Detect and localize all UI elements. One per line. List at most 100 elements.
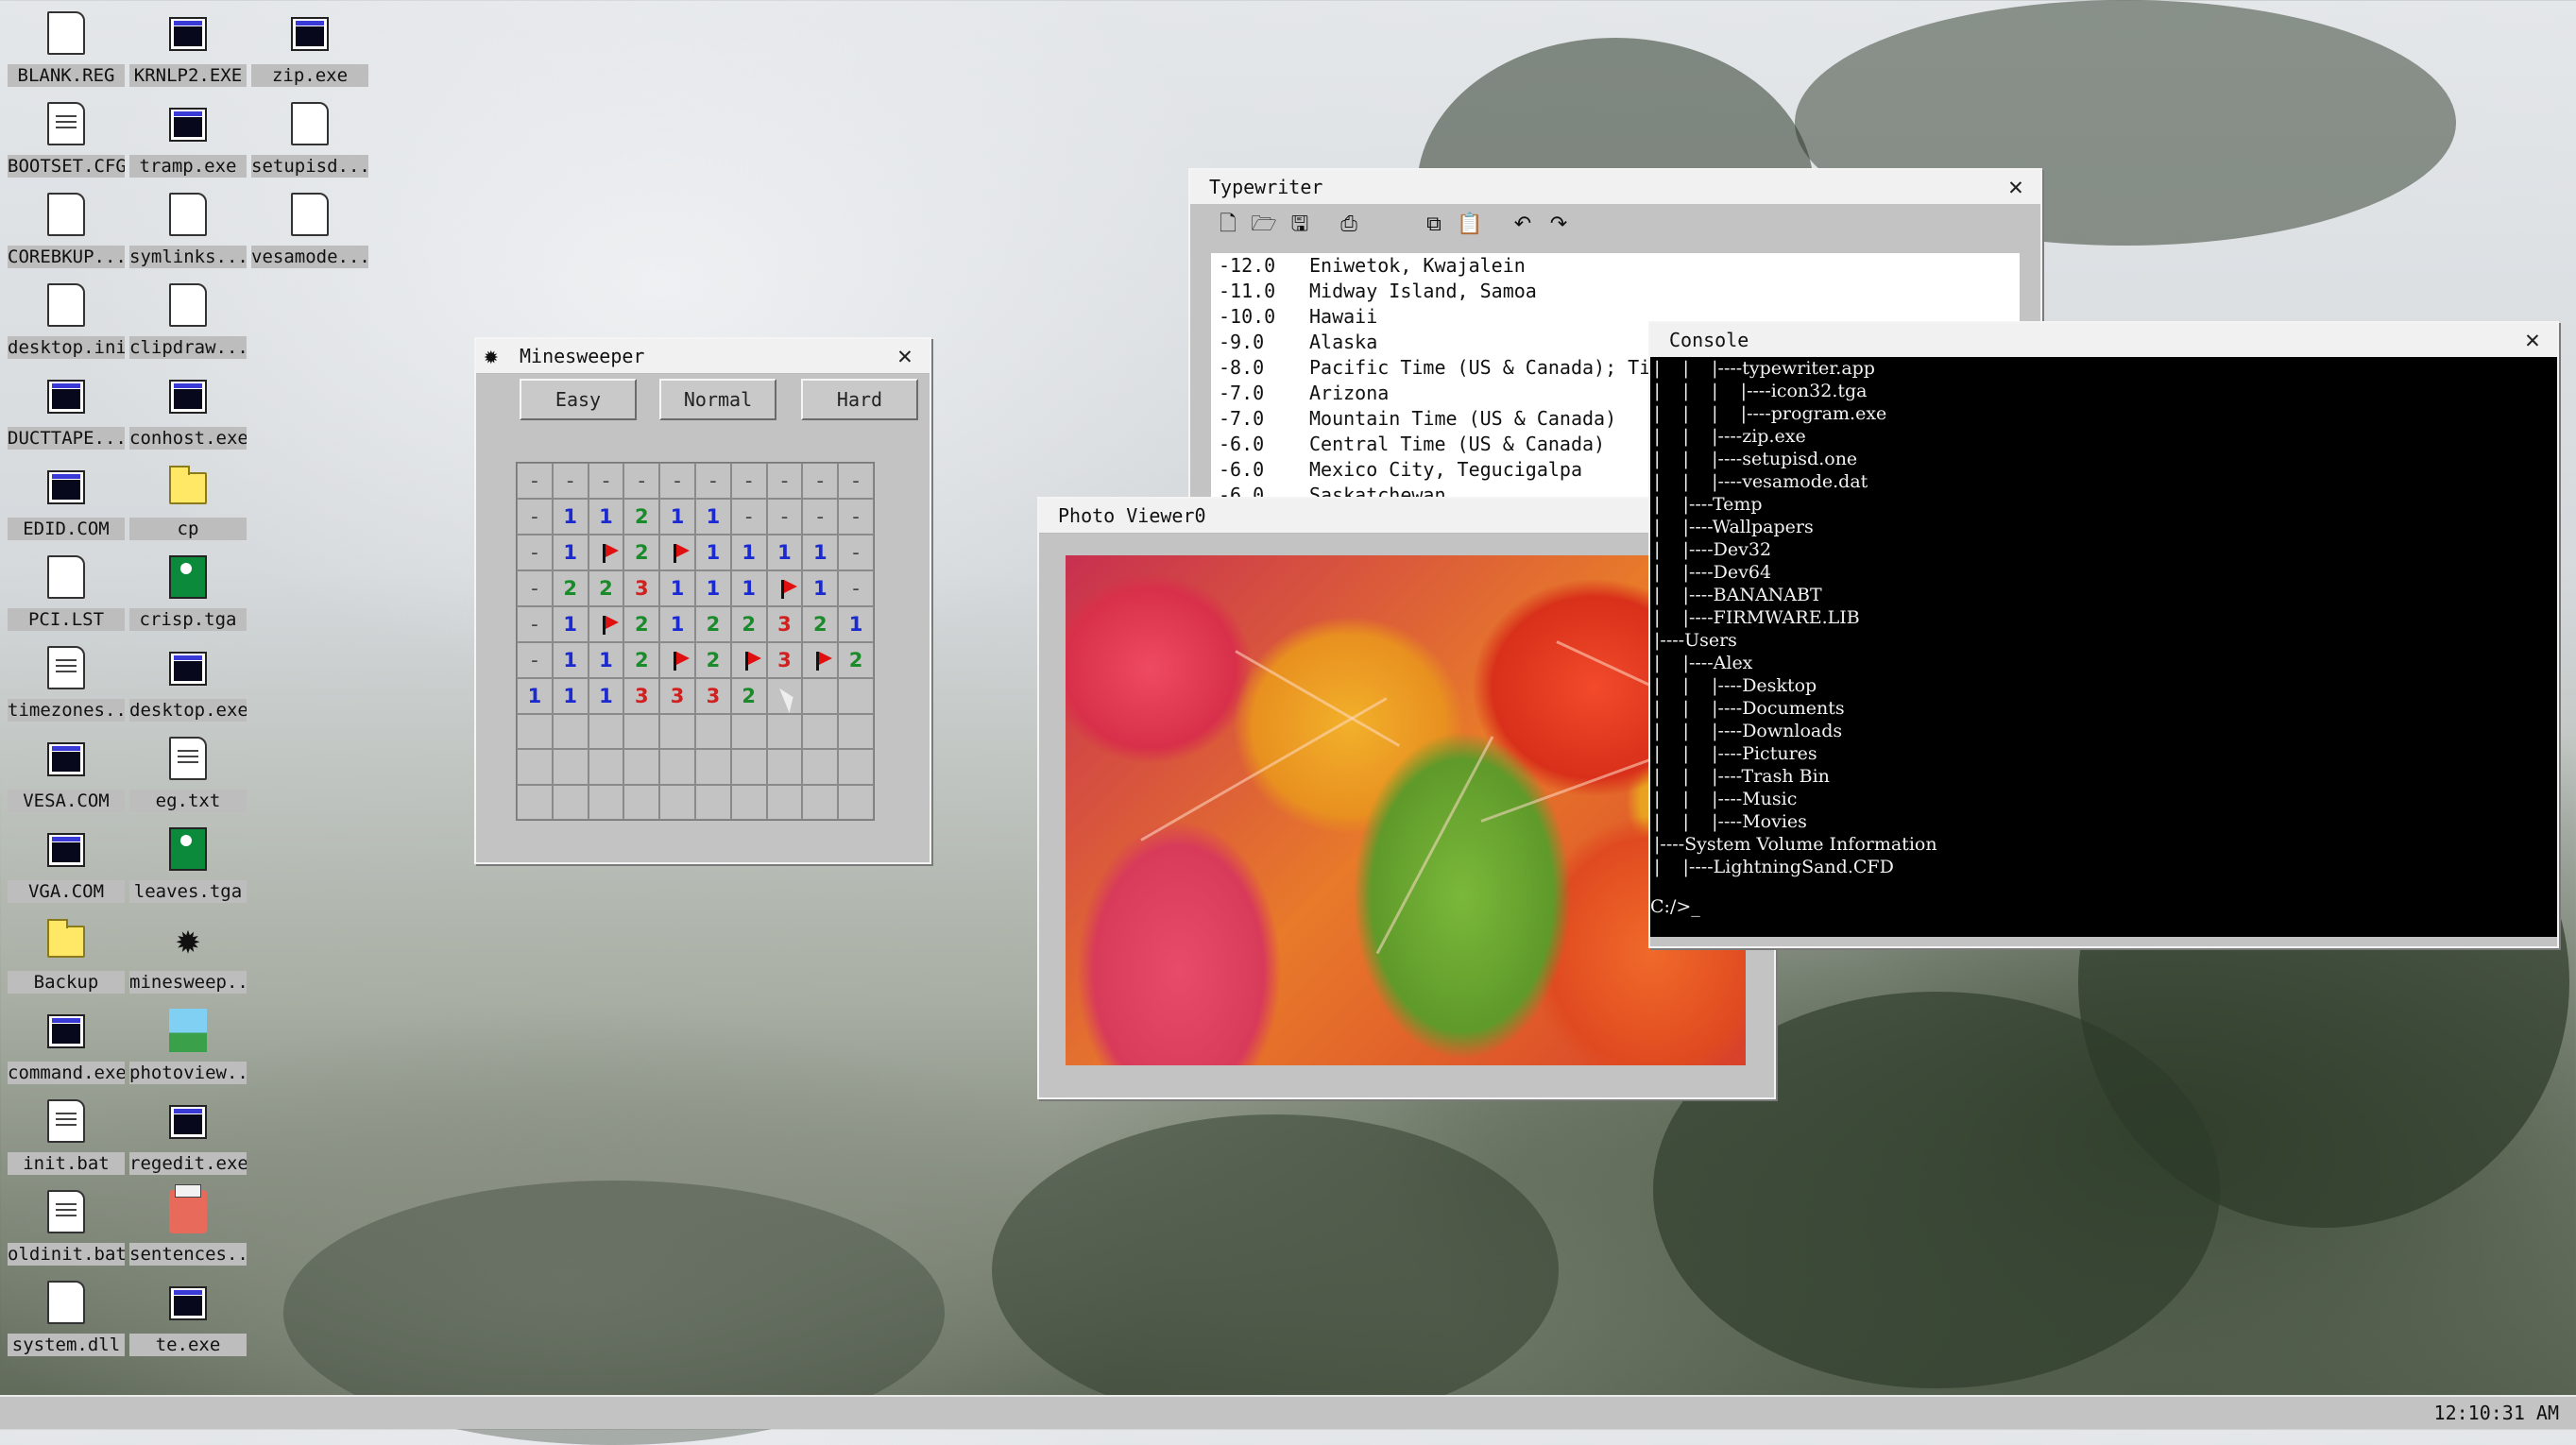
mine-cell[interactable]: 2 [730, 606, 767, 642]
mine-cell[interactable]: 3 [694, 678, 731, 714]
mine-cell[interactable]: - [802, 463, 839, 499]
mine-cell[interactable]: - [517, 499, 553, 535]
mine-cell[interactable] [552, 714, 589, 750]
desktop-icon[interactable]: BLANK.REG [6, 4, 127, 94]
mine-cell[interactable]: - [517, 642, 553, 678]
mine-cell[interactable]: 1 [552, 642, 589, 678]
mine-cell[interactable]: 1 [659, 606, 695, 642]
mine-cell[interactable]: 3 [623, 678, 660, 714]
mine-cell[interactable] [730, 784, 767, 820]
scrollbar[interactable] [1650, 937, 2557, 946]
flag-icon[interactable] [588, 535, 624, 570]
desktop-icon[interactable]: timezones... [6, 638, 127, 729]
typewriter-titlebar[interactable]: Typewriter ✕ [1190, 170, 2040, 205]
mine-cell[interactable]: - [838, 499, 874, 535]
mine-cell[interactable] [623, 749, 660, 785]
mine-cell[interactable] [588, 714, 624, 750]
mine-cell[interactable] [838, 714, 874, 750]
mine-cell[interactable]: - [623, 463, 660, 499]
mine-cell[interactable]: - [552, 463, 589, 499]
open-folder-icon[interactable]: 🗁 [1251, 212, 1277, 238]
desktop-icon[interactable]: desktop.exe [128, 638, 248, 729]
mine-cell[interactable]: - [588, 463, 624, 499]
easy-button[interactable]: Easy [520, 379, 637, 420]
mine-cell[interactable]: 2 [623, 642, 660, 678]
mine-cell[interactable] [838, 784, 874, 820]
desktop-icon[interactable]: sentences... [128, 1182, 248, 1273]
mine-cell[interactable]: - [730, 499, 767, 535]
mine-cell[interactable] [802, 714, 839, 750]
desktop-icon[interactable]: desktop.ini [6, 276, 127, 366]
mine-cell[interactable]: - [802, 499, 839, 535]
mine-cell[interactable] [694, 784, 731, 820]
mine-cell[interactable] [694, 749, 731, 785]
desktop-icon[interactable]: zip.exe [249, 4, 370, 94]
mine-cell[interactable] [838, 749, 874, 785]
mine-cell[interactable]: 1 [659, 499, 695, 535]
mine-cell[interactable]: 1 [802, 535, 839, 570]
mine-cell[interactable] [552, 749, 589, 785]
mine-cell[interactable]: 1 [802, 570, 839, 606]
mine-cell[interactable] [588, 749, 624, 785]
desktop-icon[interactable]: regedit.exe [128, 1092, 248, 1182]
mine-cell[interactable]: 3 [766, 642, 803, 678]
mine-cell[interactable]: 1 [552, 499, 589, 535]
mine-cell[interactable]: - [517, 535, 553, 570]
desktop-icon[interactable]: cp [128, 457, 248, 548]
desktop-icon[interactable]: command.exe [6, 1001, 127, 1092]
mine-cell[interactable]: - [730, 463, 767, 499]
mine-cell[interactable]: - [517, 463, 553, 499]
mine-cell[interactable]: 1 [766, 535, 803, 570]
mine-cell[interactable] [694, 714, 731, 750]
mine-cell[interactable] [766, 749, 803, 785]
mine-cell[interactable]: 2 [588, 570, 624, 606]
desktop-icon[interactable]: setupisd... [249, 94, 370, 185]
desktop-icon[interactable]: clipdraw... [128, 276, 248, 366]
mine-cell[interactable] [517, 714, 553, 750]
save-icon[interactable]: 🖫 [1287, 212, 1313, 238]
mine-cell[interactable]: - [517, 570, 553, 606]
mine-cell[interactable]: - [659, 463, 695, 499]
mine-cell[interactable] [838, 678, 874, 714]
mine-cell[interactable]: - [766, 463, 803, 499]
undo-icon[interactable]: ↶ [1510, 212, 1536, 238]
mine-cell[interactable] [766, 784, 803, 820]
normal-button[interactable]: Normal [659, 379, 776, 420]
paste-icon[interactable]: 📋 [1457, 212, 1483, 238]
desktop-icon[interactable]: KRNLP2.EXE [128, 4, 248, 94]
mine-cell[interactable]: 3 [623, 570, 660, 606]
mine-cell[interactable]: 1 [552, 535, 589, 570]
mine-cell[interactable] [659, 784, 695, 820]
mine-cell[interactable] [517, 749, 553, 785]
mine-cell[interactable]: - [838, 570, 874, 606]
mine-cell[interactable] [766, 714, 803, 750]
print-icon[interactable]: ⎙ [1336, 212, 1362, 238]
hard-button[interactable]: Hard [801, 379, 918, 420]
mine-cell[interactable] [552, 784, 589, 820]
close-icon[interactable]: ✕ [892, 343, 918, 369]
mine-cell[interactable]: 2 [838, 642, 874, 678]
mine-cell[interactable]: - [694, 463, 731, 499]
desktop-icon[interactable]: ✹ minesweep... [128, 910, 248, 1001]
mine-cell[interactable]: - [838, 463, 874, 499]
mine-cell[interactable]: 3 [766, 606, 803, 642]
mine-cell[interactable]: 1 [552, 606, 589, 642]
mine-cell[interactable]: 1 [730, 535, 767, 570]
desktop-icon[interactable]: COREBKUP... [6, 185, 127, 276]
mine-cell[interactable] [659, 749, 695, 785]
mine-cell[interactable]: 2 [694, 642, 731, 678]
desktop-icon[interactable]: BOOTSET.CFG [6, 94, 127, 185]
desktop-icon[interactable]: init.bat [6, 1092, 127, 1182]
mine-cell[interactable]: 2 [623, 606, 660, 642]
desktop-icon[interactable]: te.exe [128, 1273, 248, 1364]
flag-icon[interactable] [802, 642, 839, 678]
desktop-icon[interactable]: photoview... [128, 1001, 248, 1092]
desktop-icon[interactable]: DUCTTAPE... [6, 366, 127, 457]
mine-cell[interactable]: 1 [694, 535, 731, 570]
console-window[interactable]: Console ✕ | | |----typewriter.app | | | |… [1648, 321, 2559, 948]
console-titlebar[interactable]: Console ✕ [1650, 323, 2557, 358]
mine-cell[interactable]: 2 [552, 570, 589, 606]
mine-cell[interactable]: 1 [588, 642, 624, 678]
flag-icon[interactable] [588, 606, 624, 642]
desktop-icon[interactable]: VESA.COM [6, 729, 127, 820]
